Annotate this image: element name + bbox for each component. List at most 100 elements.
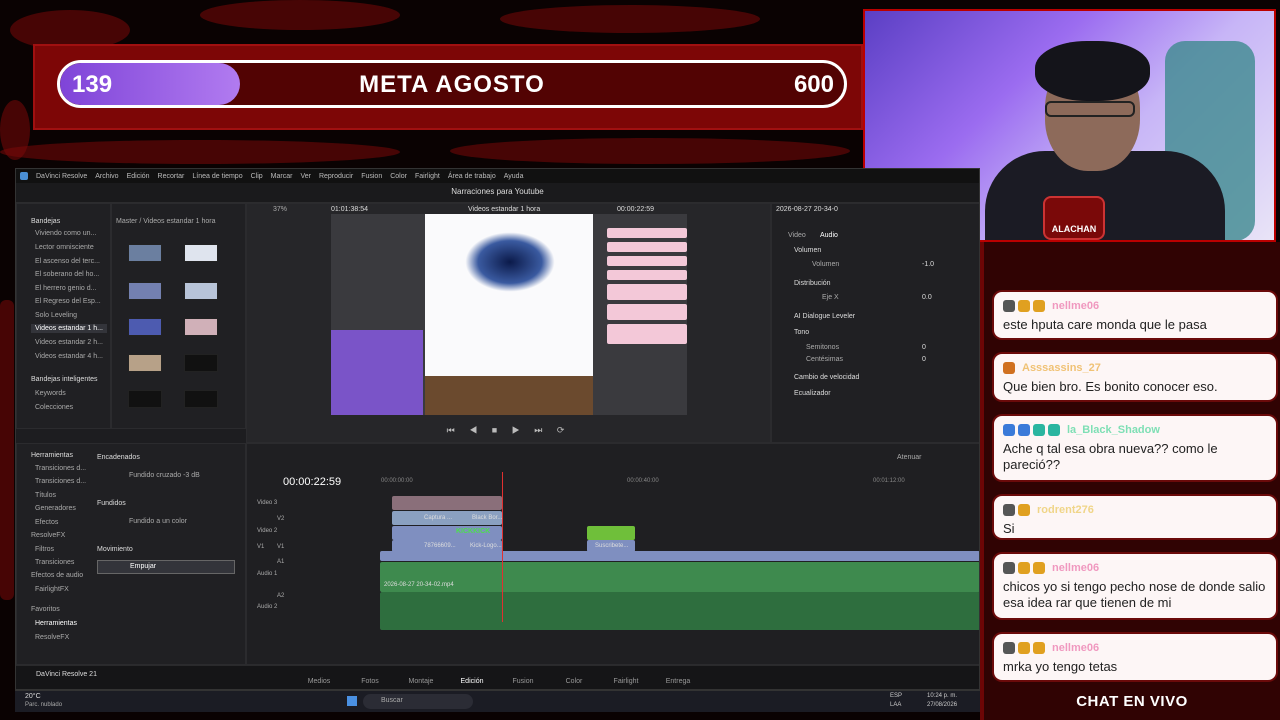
bin-item[interactable]: Videos estandar 4 h...	[35, 353, 103, 360]
effect-fade-color[interactable]: Fundido a un color	[129, 518, 187, 525]
effects-item[interactable]: Generadores	[35, 505, 76, 512]
timeline-clip[interactable]: Captura ... Black Bor...	[392, 511, 502, 525]
menu-item[interactable]: Marcar	[271, 173, 293, 180]
volume-section[interactable]: Volumen	[794, 247, 821, 254]
media-thumbnail[interactable]	[128, 244, 162, 262]
smart-bin-item[interactable]: Colecciones	[35, 404, 73, 411]
bin-item[interactable]: Solo Leveling	[35, 312, 77, 319]
effects-item[interactable]: Filtros	[35, 546, 54, 553]
effects-item[interactable]: ResolveFX	[31, 532, 65, 539]
menu-item[interactable]: Color	[390, 173, 407, 180]
ai-leveler-section[interactable]: AI Dialogue Leveler	[794, 313, 855, 320]
equalizer-section[interactable]: Ecualizador	[794, 390, 831, 397]
timeline-clip[interactable]	[392, 496, 502, 510]
cents-value[interactable]: 0	[922, 356, 926, 363]
attenuate-label[interactable]: Atenuar	[897, 454, 922, 461]
timeline-video-track-v1[interactable]	[380, 551, 979, 561]
media-thumbnail[interactable]	[184, 282, 218, 300]
effects-item[interactable]: Herramientas	[31, 452, 73, 459]
menu-item[interactable]: DaVinci Resolve	[36, 173, 87, 180]
bin-item[interactable]: El soberano del ho...	[35, 271, 99, 278]
track-name: Audio 2	[257, 604, 278, 610]
effects-item[interactable]: Favoritos	[31, 606, 60, 613]
badge-icon	[1018, 504, 1030, 516]
chat-message: la_Black_Shadow Ache q tal esa obra nuev…	[994, 416, 1276, 480]
keyboard-layout[interactable]: LAA	[890, 702, 901, 708]
clock-time[interactable]: 10:24 p. m.	[927, 693, 957, 699]
inspector-tab-video[interactable]: Video	[788, 232, 806, 239]
badge-icon	[1003, 424, 1015, 436]
effects-item[interactable]: Transiciones d...	[35, 478, 86, 485]
page-tab-edit[interactable]: Edición	[452, 678, 492, 685]
media-thumbnail[interactable]	[184, 244, 218, 262]
chat-username: nellme06	[1052, 300, 1100, 312]
timeline-audio-track-a2[interactable]	[380, 592, 979, 630]
page-tab-color[interactable]: Color	[554, 678, 594, 685]
menu-item[interactable]: Edición	[127, 173, 150, 180]
effects-item[interactable]: Transiciones d...	[35, 465, 86, 472]
page-tab-fusion[interactable]: Fusion	[503, 678, 543, 685]
bin-item[interactable]: Videos estandar 2 h...	[35, 339, 103, 346]
media-thumbnail[interactable]	[128, 354, 162, 372]
effects-item[interactable]: Transiciones	[35, 559, 74, 566]
playhead[interactable]	[502, 472, 503, 622]
keyboard-language[interactable]: ESP	[890, 693, 902, 699]
effects-item[interactable]: Efectos	[35, 519, 58, 526]
transport-controls[interactable]: ⏮ ◀ ■ ▶ ⏭ ⟳	[247, 425, 770, 436]
smart-bin-item[interactable]: Keywords	[35, 390, 66, 397]
menu-item[interactable]: Clip	[251, 173, 263, 180]
effects-item[interactable]: Efectos de audio	[31, 572, 83, 579]
timeline-audio-track-a1[interactable]: 2026-08-27 20-34-02.mp4	[380, 562, 979, 592]
bin-item[interactable]: Viviendo como un...	[35, 230, 96, 237]
menu-item[interactable]: Fusion	[361, 173, 382, 180]
menu-item[interactable]: Área de trabajo	[448, 173, 496, 180]
clock-date[interactable]: 27/08/2026	[927, 702, 957, 708]
page-tab-fairlight[interactable]: Fairlight	[606, 678, 646, 685]
bin-item-selected[interactable]: Videos estandar 1 h...	[31, 324, 107, 333]
bin-item[interactable]: El herrero genio d...	[35, 285, 96, 292]
effects-item[interactable]: ResolveFX	[35, 634, 69, 641]
effects-item[interactable]: FairlightFX	[35, 586, 69, 593]
bin-item[interactable]: El Regreso del Esp...	[35, 298, 101, 305]
menu-item[interactable]: Reproducir	[319, 173, 353, 180]
media-thumbnail[interactable]	[128, 390, 162, 408]
effects-item[interactable]: Títulos	[35, 492, 56, 499]
effect-push[interactable]: Empujar	[97, 560, 235, 574]
effects-item[interactable]: Herramientas	[35, 620, 77, 627]
timeline-clip[interactable]: KICKKICK	[392, 526, 502, 540]
media-thumbnail[interactable]	[184, 354, 218, 372]
inspector-tab-audio[interactable]: Audio	[820, 232, 838, 239]
timeline-clip[interactable]	[587, 526, 635, 540]
menu-item[interactable]: Línea de tiempo	[192, 173, 242, 180]
bin-item[interactable]: El ascenso del terc...	[35, 258, 100, 265]
menu-item[interactable]: Ayuda	[504, 173, 524, 180]
semitones-value[interactable]: 0	[922, 344, 926, 351]
page-tab-media[interactable]: Medios	[299, 678, 339, 685]
page-tab-photos[interactable]: Fotos	[350, 678, 390, 685]
media-thumbnail[interactable]	[184, 390, 218, 408]
media-thumbnail[interactable]	[128, 318, 162, 336]
effect-crossfade[interactable]: Fundido cruzado -3 dB	[129, 472, 200, 479]
menu-item[interactable]: Fairlight	[415, 173, 440, 180]
pitch-section[interactable]: Tono	[794, 329, 809, 336]
media-thumbnail[interactable]	[128, 282, 162, 300]
menu-item[interactable]: Ver	[300, 173, 311, 180]
taskbar-search[interactable]: Buscar	[363, 694, 473, 709]
page-tab-deliver[interactable]: Entrega	[658, 678, 698, 685]
menu-item[interactable]: Recortar	[158, 173, 185, 180]
bin-item[interactable]: Lector omnisciente	[35, 244, 94, 251]
goal-panel: 139 META AGOSTO 600	[33, 44, 863, 130]
speed-change-section[interactable]: Cambio de velocidad	[794, 374, 859, 381]
distribution-section[interactable]: Distribución	[794, 280, 831, 287]
volume-value[interactable]: -1.0	[922, 261, 934, 268]
media-thumbnail[interactable]	[184, 318, 218, 336]
axis-x-value[interactable]: 0.0	[922, 294, 932, 301]
zoom-level[interactable]: 37%	[273, 206, 287, 213]
preview-facecam	[331, 330, 423, 415]
menu-item[interactable]: Archivo	[95, 173, 118, 180]
viewer-timecode: 00:00:22:59	[617, 206, 654, 213]
weather-desc: Parc. nublado	[25, 702, 63, 708]
windows-start-icon[interactable]	[347, 696, 357, 706]
weather-temp[interactable]: 20°C	[25, 693, 41, 700]
page-tab-cut[interactable]: Montaje	[401, 678, 441, 685]
